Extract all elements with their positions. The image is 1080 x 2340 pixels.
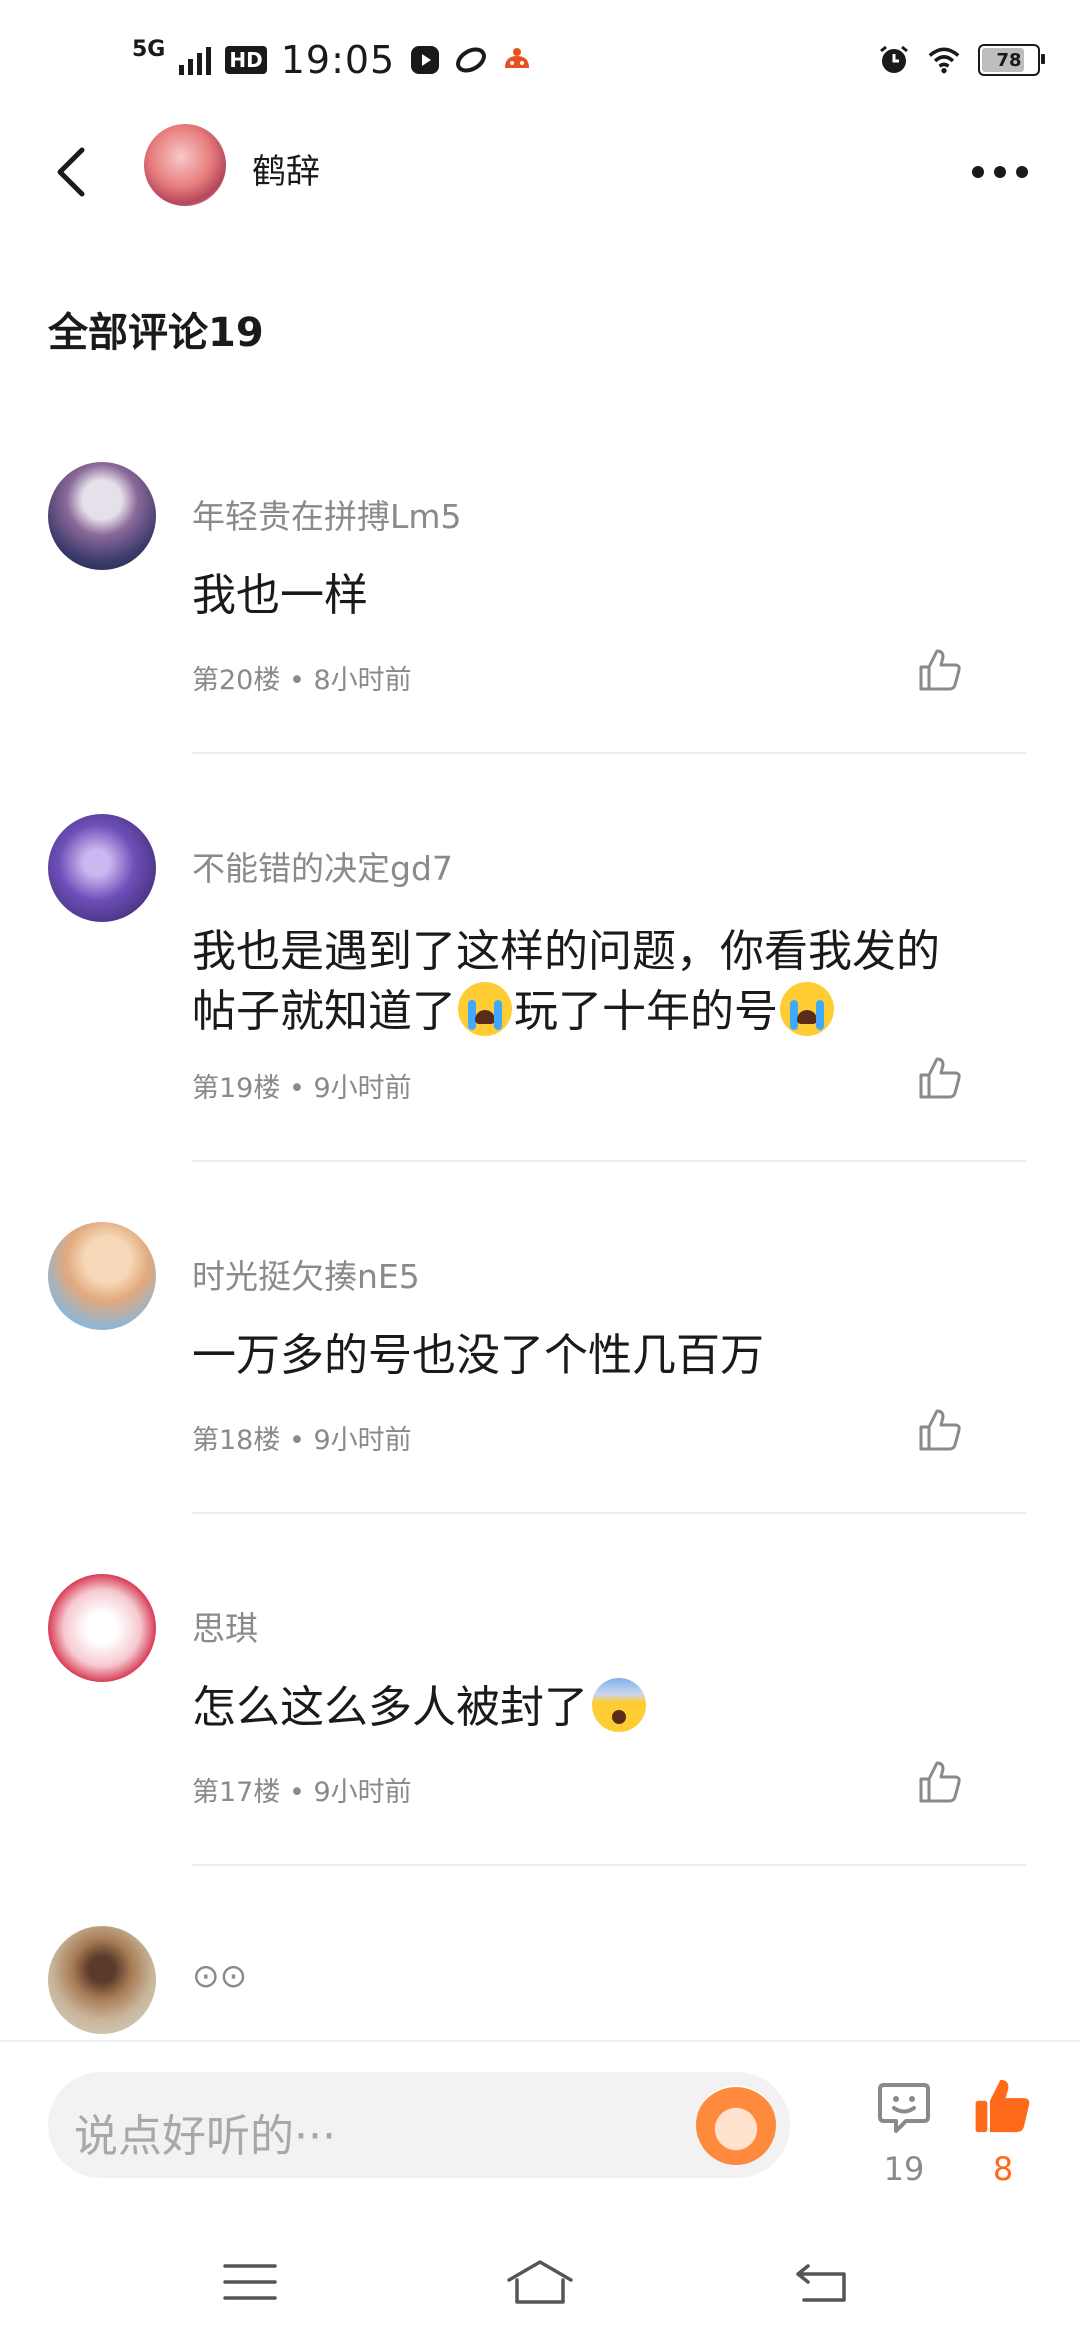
crying-emoji-icon [458, 982, 512, 1036]
meta-separator: • [288, 665, 305, 696]
more-icon-dot [994, 166, 1006, 178]
comment-icon [878, 2083, 930, 2133]
fearful-emoji-icon [592, 1678, 646, 1732]
battery-level: 78 [996, 49, 1022, 71]
app-notification-icon [455, 44, 487, 76]
avatar[interactable] [48, 1574, 156, 1682]
top-header: 鹤辞 [0, 120, 1080, 230]
avatar[interactable] [48, 1926, 156, 2034]
thumbs-up-icon [919, 649, 961, 691]
comment-time: 9小时前 [313, 1777, 412, 1808]
more-icon-dot [1016, 166, 1028, 178]
comment-time: 9小时前 [313, 1425, 412, 1456]
status-bar: 5G HD 19:05 78 [0, 0, 1080, 120]
system-nav-bar [0, 2230, 1080, 2340]
meta-separator: • [288, 1777, 305, 1808]
menu-button[interactable] [210, 2252, 290, 2312]
post-title: 鹤辞 [252, 152, 320, 192]
game-notification-icon [501, 44, 533, 76]
comment-text: 我也一样 [192, 570, 368, 621]
alarm-icon [878, 44, 910, 76]
signal-icon [179, 45, 212, 75]
comment-text-part: 怎么这么多人被封了 [192, 1682, 588, 1733]
comment-meta: 第18楼 • 9小时前 [192, 1418, 412, 1457]
meta-separator: • [288, 1073, 305, 1104]
home-button[interactable] [500, 2252, 580, 2312]
comment-text: 一万多的号也没了个性几百万 [192, 1330, 764, 1381]
avatar[interactable] [48, 814, 156, 922]
thumbs-up-icon [919, 1057, 961, 1099]
comment-text: 怎么这么多人被封了 [192, 1678, 972, 1738]
clock: 19:05 [280, 38, 396, 82]
thumbs-up-filled-icon [975, 2079, 1030, 2133]
like-button[interactable] [910, 1048, 970, 1108]
media-play-icon [409, 44, 441, 76]
comment-meta: 第17楼 • 9小时前 [192, 1770, 412, 1809]
comment-count: 19 [883, 2150, 925, 2188]
comment-input[interactable]: 说点好听的··· [48, 2072, 790, 2178]
comment-meta: 第20楼 • 8小时前 [192, 658, 412, 697]
divider [192, 1160, 1026, 1162]
comment-text-part: 玩了十年的号 [514, 986, 778, 1037]
crying-emoji-icon [780, 982, 834, 1036]
comment-floor: 第17楼 [192, 1777, 281, 1808]
comment-floor: 第19楼 [192, 1073, 281, 1104]
like-button[interactable] [910, 1752, 970, 1812]
comment-floor: 第20楼 [192, 665, 281, 696]
hd-badge: HD [225, 46, 267, 74]
like-button[interactable] [910, 640, 970, 700]
divider [192, 752, 1026, 754]
divider [192, 1864, 1026, 1866]
thumbs-up-icon [919, 1761, 961, 1803]
comment-text: 我也是遇到了这样的问题，你看我发的帖子就知道了 玩了十年的号 [192, 922, 972, 1042]
comment-author[interactable]: 思琪 [192, 1602, 258, 1650]
thumbs-up-icon [919, 1409, 961, 1451]
comments-section-title: 全部评论19 [48, 310, 264, 356]
network-type: 5G [132, 37, 166, 62]
comment-author[interactable]: ⊙⊙ [192, 1956, 247, 1995]
comment-author[interactable]: 时光挺欠揍nE5 [192, 1250, 420, 1298]
comment-meta: 第19楼 • 9小时前 [192, 1066, 412, 1105]
comment-input-bar: 说点好听的··· 19 8 [0, 2040, 1080, 2232]
avatar[interactable] [48, 462, 156, 570]
comment-time: 9小时前 [313, 1073, 412, 1104]
comment-author[interactable]: 年轻贵在拼搏Lm5 [192, 490, 462, 538]
divider [192, 1512, 1026, 1514]
meta-separator: • [288, 1425, 305, 1456]
input-placeholder: 说点好听的··· [74, 2111, 336, 2162]
comment-time: 8小时前 [313, 665, 412, 696]
back-icon [57, 147, 85, 197]
post-like-button[interactable] [968, 2070, 1038, 2142]
wifi-icon [928, 44, 960, 76]
mascot-emoji-icon[interactable] [696, 2085, 776, 2165]
return-icon [796, 2264, 846, 2302]
like-button[interactable] [910, 1400, 970, 1460]
author-avatar[interactable] [144, 124, 226, 206]
home-icon [507, 2260, 573, 2304]
more-options-button[interactable] [960, 142, 1040, 202]
comment-floor: 第18楼 [192, 1425, 281, 1456]
more-icon [972, 166, 984, 178]
battery-indicator: 78 [978, 44, 1045, 76]
return-button[interactable] [782, 2252, 862, 2312]
avatar[interactable] [48, 1222, 156, 1330]
menu-icon [223, 2264, 277, 2300]
like-count: 8 [992, 2150, 1014, 2188]
comment-author[interactable]: 不能错的决定gd7 [192, 842, 453, 890]
comments-button[interactable] [866, 2072, 942, 2142]
back-button[interactable] [40, 140, 104, 204]
